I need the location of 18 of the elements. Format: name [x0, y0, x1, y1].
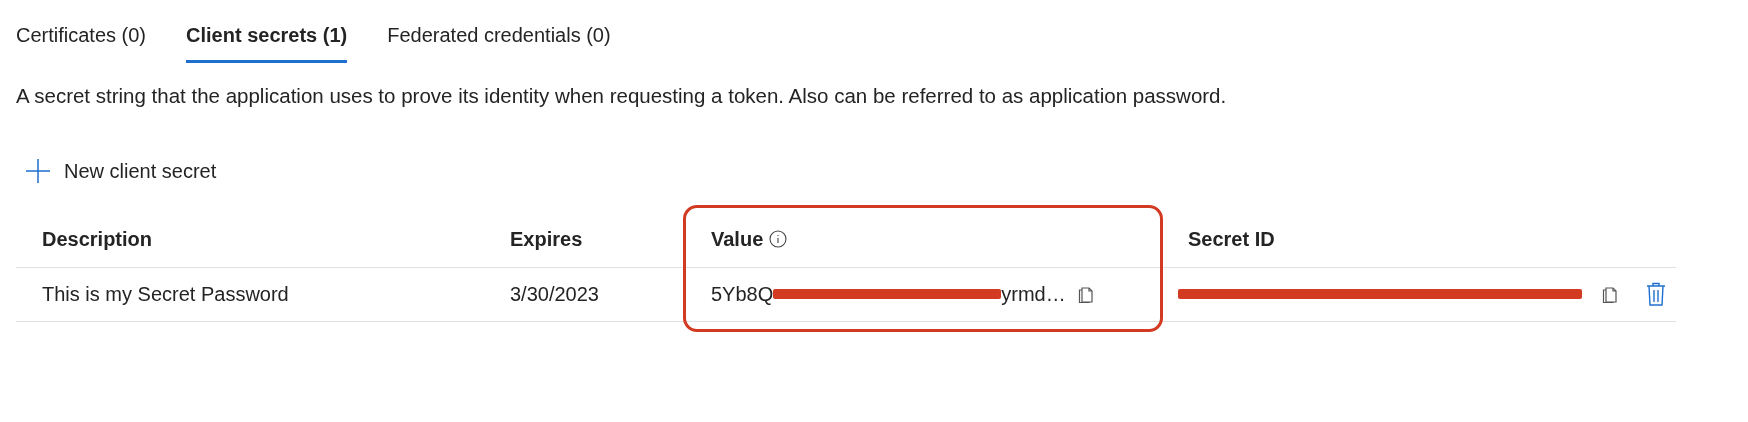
table-cell-text: 3/30/2023 [510, 282, 600, 308]
value-text: yrmd… [1001, 282, 1066, 308]
column-header: Secret ID [1188, 227, 1275, 253]
tab[interactable]: Federated credentials (0) [387, 20, 611, 63]
tab[interactable]: Certificates (0) [16, 20, 147, 63]
value-text: 5Yb8Q [711, 282, 774, 308]
delete-icon[interactable] [1646, 282, 1666, 307]
copy-icon[interactable] [1602, 284, 1618, 305]
copy-icon[interactable] [1077, 284, 1094, 305]
table-cell-text: This is my Secret Password [41, 282, 290, 308]
plus-icon [26, 158, 50, 183]
column-header: Description [42, 227, 153, 253]
column-header: Value [711, 227, 764, 253]
tab[interactable]: Client secrets (1) [186, 20, 348, 63]
info-icon[interactable] [769, 230, 788, 249]
new-client-secret-button[interactable]: New client secret [26, 155, 217, 186]
column-header: Expires [510, 227, 583, 253]
description-text: A secret string that the application uses to prove its identity when requesting a token. Also can be referred to as application password. [15, 83, 1228, 109]
